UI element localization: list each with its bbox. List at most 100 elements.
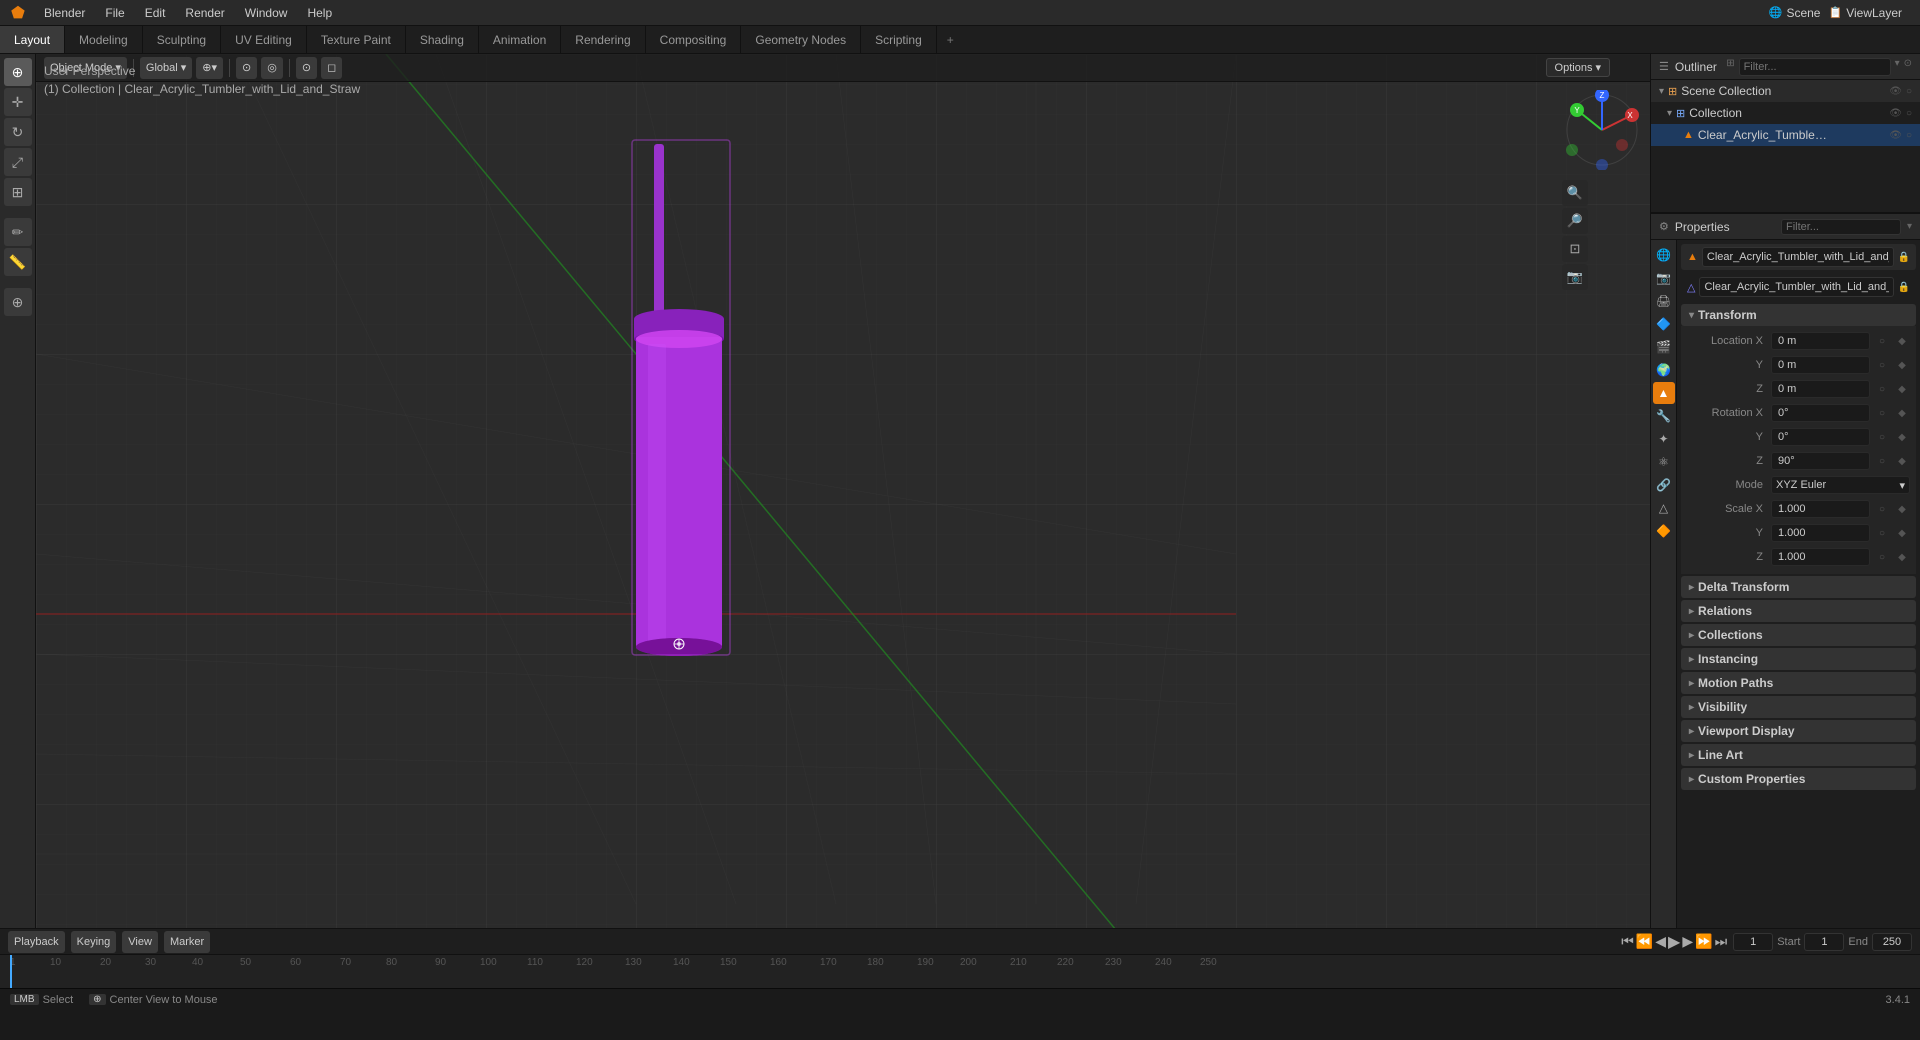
location-z-value[interactable]: 0 m bbox=[1771, 380, 1870, 398]
prop-tab-world[interactable]: 🌍 bbox=[1653, 359, 1675, 381]
viewport-snap-btn[interactable]: ⊙ bbox=[236, 57, 257, 79]
tab-rendering[interactable]: Rendering bbox=[561, 26, 645, 53]
rotation-x-lock[interactable]: ○ bbox=[1874, 405, 1890, 421]
menu-file[interactable]: File bbox=[97, 4, 132, 22]
tool-add[interactable]: ⊕ bbox=[4, 288, 32, 316]
tool-annotate[interactable]: ✏ bbox=[4, 218, 32, 246]
object-data-input[interactable] bbox=[1699, 277, 1893, 297]
outliner-sync-btn[interactable]: ⊙ bbox=[1904, 58, 1912, 76]
end-frame-input[interactable] bbox=[1872, 933, 1912, 951]
collection-hide[interactable]: ○ bbox=[1906, 108, 1912, 119]
prop-tab-render[interactable]: 📷 bbox=[1653, 267, 1675, 289]
timeline-view-dropdown[interactable]: View bbox=[122, 931, 158, 953]
menu-edit[interactable]: Edit bbox=[137, 4, 174, 22]
tool-transform[interactable]: ⊞ bbox=[4, 178, 32, 206]
location-x-value[interactable]: 0 m bbox=[1771, 332, 1870, 350]
section-line-art-header[interactable]: ▸ Line Art bbox=[1681, 744, 1916, 766]
prop-tab-particles[interactable]: ✦ bbox=[1653, 428, 1675, 450]
properties-search-input[interactable] bbox=[1781, 219, 1901, 235]
section-viewport-display-header[interactable]: ▸ Viewport Display bbox=[1681, 720, 1916, 742]
prev-frame-btn[interactable]: ◀ bbox=[1655, 933, 1666, 950]
tab-uv-editing[interactable]: UV Editing bbox=[221, 26, 307, 53]
tab-layout[interactable]: Layout bbox=[0, 26, 65, 53]
tool-move[interactable]: ✛ bbox=[4, 88, 32, 116]
viewport-pivot-dropdown[interactable]: ⊕▾ bbox=[196, 57, 223, 79]
prop-tab-data[interactable]: △ bbox=[1653, 497, 1675, 519]
location-x-lock[interactable]: ○ bbox=[1874, 333, 1890, 349]
section-transform-header[interactable]: ▾ Transform bbox=[1681, 304, 1916, 326]
object-name-lock[interactable]: 🔒 bbox=[1898, 252, 1910, 263]
collection-eye[interactable]: 👁 bbox=[1889, 108, 1902, 119]
tool-cursor[interactable]: ⊕ bbox=[4, 58, 32, 86]
outliner-filter-options[interactable]: ▾ bbox=[1895, 58, 1900, 76]
location-x-key[interactable]: ◆ bbox=[1894, 333, 1910, 349]
rotation-x-key[interactable]: ◆ bbox=[1894, 405, 1910, 421]
zoom-out-button[interactable]: 🔎 bbox=[1562, 208, 1588, 234]
scale-z-lock[interactable]: ○ bbox=[1874, 549, 1890, 565]
timeline-marker-dropdown[interactable]: Marker bbox=[164, 931, 210, 953]
outliner-collection[interactable]: ▾ ⊞ Collection 👁 ○ bbox=[1651, 102, 1920, 124]
prop-tab-constraints[interactable]: 🔗 bbox=[1653, 474, 1675, 496]
scene-collection-hide[interactable]: ○ bbox=[1906, 86, 1912, 97]
rotation-y-key[interactable]: ◆ bbox=[1894, 429, 1910, 445]
tab-compositing[interactable]: Compositing bbox=[646, 26, 742, 53]
tab-scripting[interactable]: Scripting bbox=[861, 26, 937, 53]
tab-sculpting[interactable]: Sculpting bbox=[143, 26, 221, 53]
zoom-in-button[interactable]: 🔍 bbox=[1562, 180, 1588, 206]
next-frame-btn[interactable]: ▶ bbox=[1682, 933, 1693, 950]
viewport-options-button[interactable]: Options ▾ bbox=[1546, 58, 1610, 77]
current-frame-input[interactable] bbox=[1733, 933, 1773, 951]
play-btn[interactable]: ▶ bbox=[1668, 932, 1680, 952]
prop-tab-physics[interactable]: ⚛ bbox=[1653, 451, 1675, 473]
prop-tab-view-layer[interactable]: 🔷 bbox=[1653, 313, 1675, 335]
scale-z-key[interactable]: ◆ bbox=[1894, 549, 1910, 565]
blender-logo[interactable]: ⬟ bbox=[8, 3, 28, 23]
add-workspace-button[interactable]: + bbox=[937, 26, 964, 53]
section-delta-header[interactable]: ▸ Delta Transform bbox=[1681, 576, 1916, 598]
tab-animation[interactable]: Animation bbox=[479, 26, 561, 53]
scale-y-key[interactable]: ◆ bbox=[1894, 525, 1910, 541]
view-camera-button[interactable]: 📷 bbox=[1562, 264, 1588, 290]
timeline-keying-dropdown[interactable]: Keying bbox=[71, 931, 117, 953]
rotation-z-key[interactable]: ◆ bbox=[1894, 453, 1910, 469]
prop-tab-object[interactable]: ▲ bbox=[1653, 382, 1675, 404]
prop-tab-modifiers[interactable]: 🔧 bbox=[1653, 405, 1675, 427]
viewport-overlay-btn[interactable]: ⊙ bbox=[296, 57, 317, 79]
viewport-xray-btn[interactable]: ◻ bbox=[321, 57, 342, 79]
prop-tab-scene2[interactable]: 🎬 bbox=[1653, 336, 1675, 358]
scale-y-lock[interactable]: ○ bbox=[1874, 525, 1890, 541]
zoom-to-fit-button[interactable]: ⊡ bbox=[1562, 236, 1588, 262]
scale-x-value[interactable]: 1.000 bbox=[1771, 500, 1870, 518]
rotation-z-value[interactable]: 90° bbox=[1771, 452, 1870, 470]
start-frame-input[interactable] bbox=[1804, 933, 1844, 951]
section-instancing-header[interactable]: ▸ Instancing bbox=[1681, 648, 1916, 670]
menu-help[interactable]: Help bbox=[299, 4, 340, 22]
jump-start-btn[interactable]: ⏮ bbox=[1621, 933, 1634, 950]
rotation-z-lock[interactable]: ○ bbox=[1874, 453, 1890, 469]
outliner-scene-collection[interactable]: ▾ ⊞ Scene Collection 👁 ○ bbox=[1651, 80, 1920, 102]
viewport-3d[interactable]: Object Mode ▾ Global ▾ ⊕▾ ⊙ ◎ ⊙ ◻ Option… bbox=[36, 54, 1650, 928]
prev-keyframe-btn[interactable]: ⏪ bbox=[1636, 933, 1653, 950]
object-data-lock[interactable]: 🔒 bbox=[1898, 282, 1910, 293]
tool-measure[interactable]: 📏 bbox=[4, 248, 32, 276]
prop-tab-material[interactable]: 🔶 bbox=[1653, 520, 1675, 542]
location-z-lock[interactable]: ○ bbox=[1874, 381, 1890, 397]
object-name-input[interactable] bbox=[1702, 247, 1894, 267]
menu-window[interactable]: Window bbox=[237, 4, 296, 22]
location-z-key[interactable]: ◆ bbox=[1894, 381, 1910, 397]
tool-scale[interactable]: ⤢ bbox=[4, 148, 32, 176]
scene-collection-eye[interactable]: 👁 bbox=[1889, 86, 1902, 97]
section-motion-paths-header[interactable]: ▸ Motion Paths bbox=[1681, 672, 1916, 694]
rotation-mode-dropdown[interactable]: XYZ Euler ▾ bbox=[1771, 476, 1910, 494]
tab-modeling[interactable]: Modeling bbox=[65, 26, 143, 53]
location-y-value[interactable]: 0 m bbox=[1771, 356, 1870, 374]
object-eye[interactable]: 👁 bbox=[1889, 130, 1902, 141]
outliner-search-input[interactable] bbox=[1739, 58, 1891, 76]
viewport-global-dropdown[interactable]: Global ▾ bbox=[140, 57, 192, 79]
section-visibility-header[interactable]: ▸ Visibility bbox=[1681, 696, 1916, 718]
prop-tab-output[interactable]: 🖨 bbox=[1653, 290, 1675, 312]
menu-render[interactable]: Render bbox=[177, 4, 232, 22]
properties-filter-arrow[interactable]: ▾ bbox=[1907, 221, 1912, 232]
location-y-key[interactable]: ◆ bbox=[1894, 357, 1910, 373]
next-keyframe-btn[interactable]: ⏩ bbox=[1695, 933, 1712, 950]
